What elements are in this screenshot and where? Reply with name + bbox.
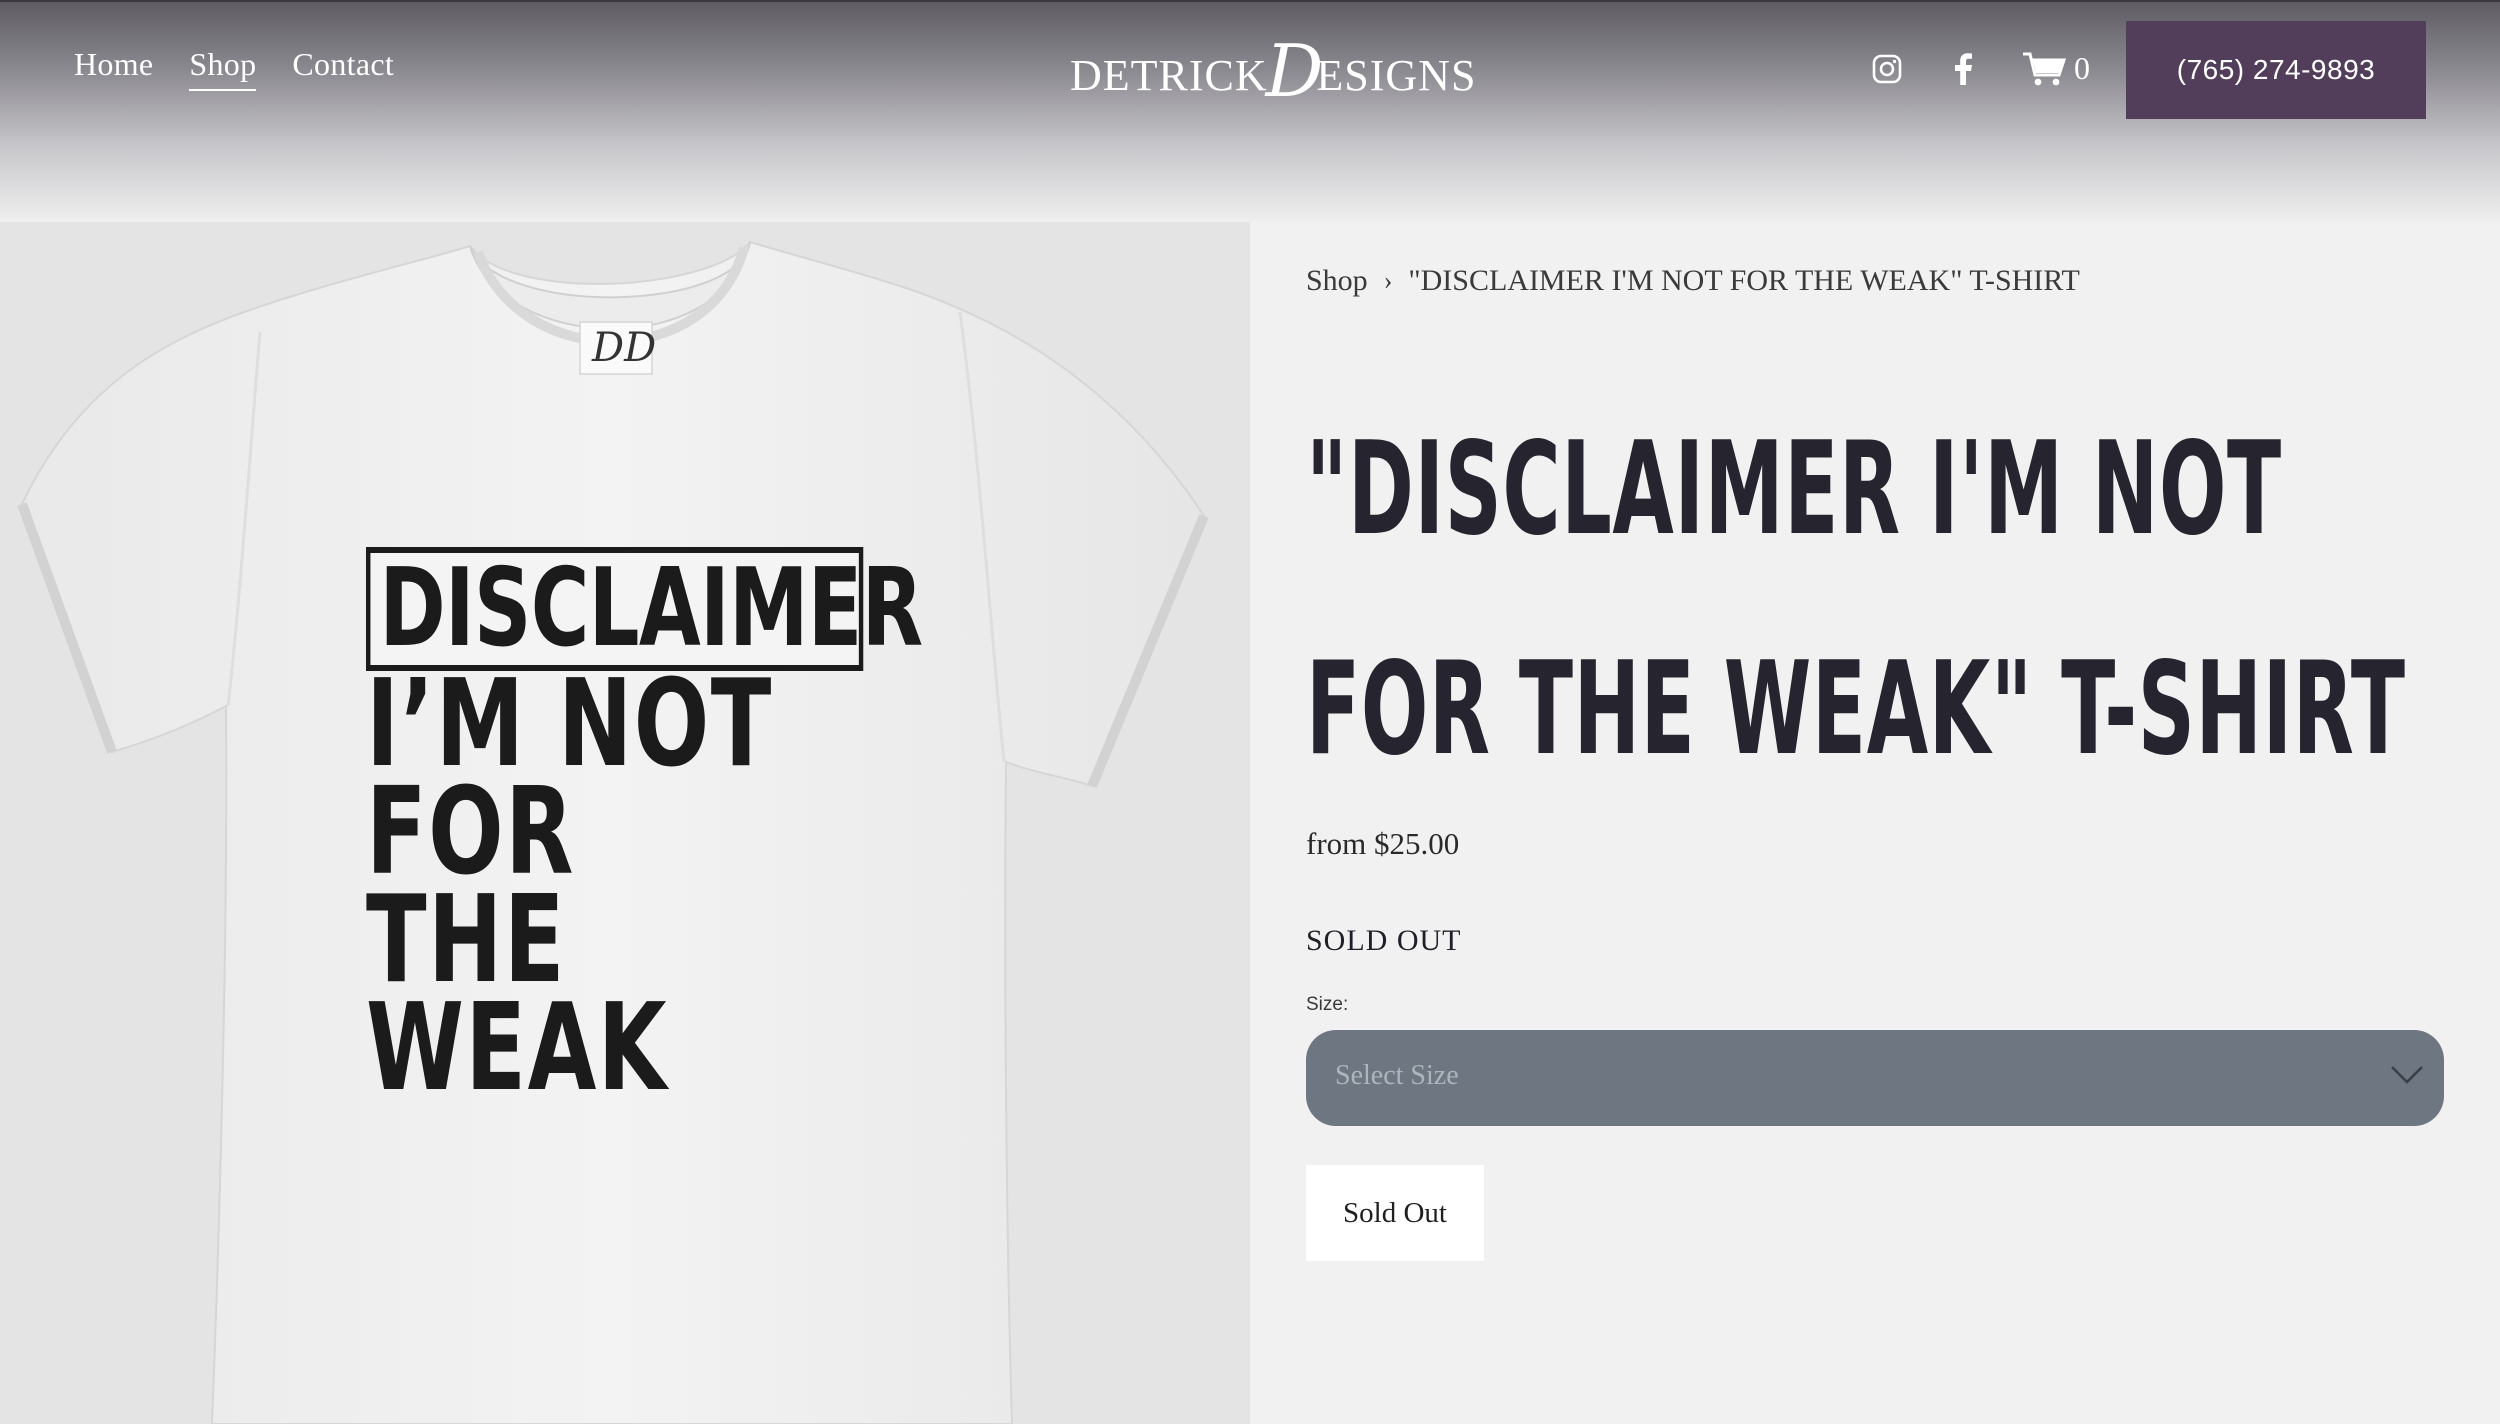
- site-logo[interactable]: DETRICK D ESIGNS: [1070, 29, 1475, 118]
- logo-script-letter: D: [1265, 29, 1325, 113]
- chevron-down-icon: [2391, 1066, 2423, 1084]
- size-select-placeholder: Select Size: [1335, 1060, 1459, 1091]
- product-price: from $25.00: [1306, 826, 1460, 861]
- print-line-1: DISCLAIMER: [366, 547, 923, 671]
- site-header: Home Shop Contact DETRICK D ESIGNS 0 (76…: [0, 0, 2500, 222]
- product-title: "DISCLAIMER I'M NOT FOR THE WEAK" T-SHIR…: [1306, 415, 2406, 784]
- nav-home[interactable]: Home: [74, 46, 153, 91]
- cart-count: 0: [2074, 50, 2090, 86]
- breadcrumb: Shop › "DISCLAIMER I'M NOT FOR THE WEAK"…: [1306, 264, 2080, 298]
- breadcrumb-current: "DISCLAIMER I'M NOT FOR THE WEAK" T-SHIR…: [1408, 264, 2080, 297]
- breadcrumb-shop-link[interactable]: Shop: [1306, 264, 1368, 298]
- product-image[interactable]: DD DISCLAIMER I’M NOT FOR THE WEAK: [0, 222, 1250, 1424]
- cart-icon: [2023, 52, 2066, 85]
- phone-button[interactable]: (765) 274-9893: [2126, 21, 2426, 119]
- product-page: Home Shop Contact DETRICK D ESIGNS 0 (76…: [0, 0, 2500, 1424]
- shirt-print: DISCLAIMER I’M NOT FOR THE WEAK: [366, 547, 923, 1109]
- neck-tag-logo: DD: [592, 325, 657, 371]
- facebook-icon[interactable]: [1946, 52, 1980, 86]
- sold-out-button[interactable]: Sold Out: [1306, 1165, 1484, 1261]
- size-select[interactable]: Select Size: [1306, 1030, 2444, 1126]
- nav-shop[interactable]: Shop: [189, 46, 257, 91]
- logo-text-left: DETRICK: [1070, 50, 1268, 100]
- instagram-icon[interactable]: [1870, 52, 1904, 86]
- print-line-2: I’M NOT FOR: [366, 655, 773, 902]
- size-label: Size:: [1306, 994, 1349, 1015]
- main-nav: Home Shop Contact: [74, 46, 394, 91]
- header-icons: 0: [1870, 50, 2090, 87]
- logo-text-right: ESIGNS: [1316, 50, 1477, 100]
- nav-contact[interactable]: Contact: [292, 46, 394, 91]
- stock-status: SOLD OUT: [1306, 924, 1462, 957]
- breadcrumb-separator: ›: [1383, 266, 1393, 295]
- print-line-3: THE WEAK: [366, 871, 669, 1118]
- cart-button[interactable]: 0: [2022, 50, 2090, 87]
